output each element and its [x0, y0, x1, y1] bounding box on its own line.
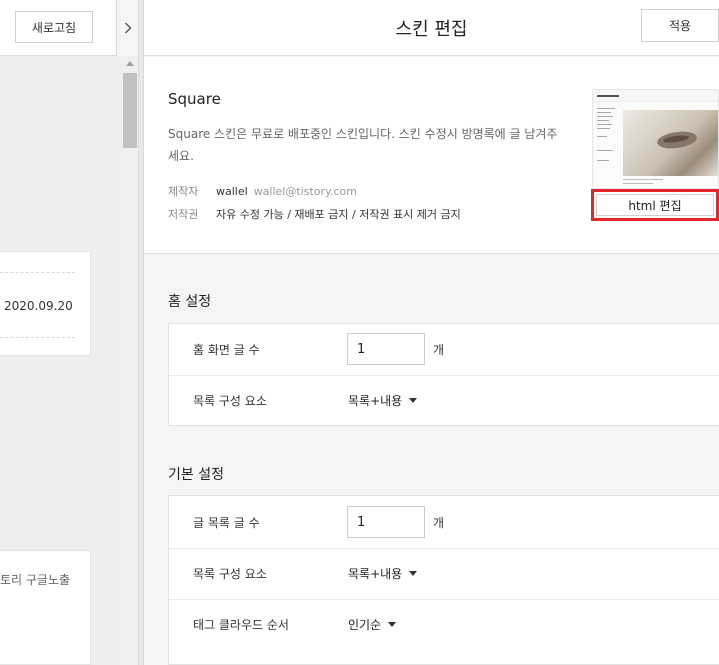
license-row: 저작권 자유 수정 가능 / 재배포 금지 / 저작권 표시 제거 금지	[168, 206, 461, 222]
basic-settings-box: 글 목록 글 수 개 목록 구성 요소 목록+내용 태그 클라우드 순서 인기순	[168, 495, 719, 665]
list-elements-row: 목록 구성 요소 목록+내용	[169, 548, 719, 598]
author-label: 제작자	[168, 185, 199, 198]
home-settings-title: 홈 설정	[168, 294, 212, 310]
post-snippet: 토리 구글노출	[0, 573, 71, 587]
panel-header: 스킨 편집 적용	[144, 0, 719, 56]
post-date: 2020.09.20	[4, 299, 73, 313]
home-post-count-unit: 개	[433, 342, 445, 357]
preview-post-card[interactable]: 2020.09.20	[0, 251, 91, 356]
collapse-panel-button[interactable]	[116, 0, 138, 56]
license-label: 저작권	[168, 208, 199, 221]
home-post-count-row: 홈 화면 글 수 개	[169, 324, 719, 374]
scroll-thumb[interactable]	[123, 73, 137, 148]
home-list-elements-value: 목록+내용	[348, 394, 403, 408]
tag-cloud-value: 인기순	[348, 618, 382, 632]
preview-toolbar: 새로고침	[0, 0, 138, 56]
basic-settings-title: 기본 설정	[168, 467, 224, 483]
skin-edit-panel: 스킨 편집 적용 Square Square 스킨은 무료로 배포중인 스킨입니…	[144, 0, 719, 665]
preview-pane: 새로고침 2020.09.20 토리 구글노출	[0, 0, 138, 665]
scroll-up-arrow-icon[interactable]	[126, 61, 134, 66]
skin-thumbnail	[592, 89, 719, 189]
home-settings-box: 홈 화면 글 수 개 목록 구성 요소 목록+내용	[168, 323, 719, 426]
list-elements-label: 목록 구성 요소	[193, 567, 267, 581]
caret-down-icon	[388, 622, 397, 627]
html-edit-label: html 편집	[596, 194, 714, 216]
refresh-button[interactable]: 새로고침	[15, 11, 93, 43]
list-count-unit: 개	[433, 515, 445, 530]
skin-info-card: Square Square 스킨은 무료로 배포중인 스킨입니다. 스킨 수정시…	[144, 57, 719, 254]
tag-cloud-row: 태그 클라우드 순서 인기순	[169, 599, 719, 649]
page-title: 스킨 편집	[395, 19, 468, 40]
home-list-elements-select[interactable]: 목록+내용	[348, 392, 418, 409]
preview-post-card[interactable]: 토리 구글노출	[0, 550, 91, 665]
chevron-right-icon	[124, 22, 131, 34]
list-count-row: 글 목록 글 수 개	[169, 497, 719, 547]
author-name: wallel	[216, 184, 248, 198]
skin-name: Square	[168, 90, 221, 108]
skin-description: Square 스킨은 무료로 배포중인 스킨입니다. 스킨 수정시 방명록에 글…	[168, 127, 558, 163]
caret-down-icon	[409, 398, 418, 403]
home-post-count-input[interactable]	[347, 333, 425, 365]
home-list-elements-row: 목록 구성 요소 목록+내용	[169, 375, 719, 425]
card-divider	[0, 272, 75, 273]
list-elements-value: 목록+내용	[348, 567, 403, 581]
list-count-input[interactable]	[347, 506, 425, 538]
author-row: 제작자 wallel wallel@tistory.com	[168, 183, 357, 199]
card-divider	[0, 337, 75, 338]
tag-cloud-label: 태그 클라우드 순서	[193, 618, 289, 632]
list-elements-select[interactable]: 목록+내용	[348, 565, 418, 582]
license-text: 자유 수정 가능 / 재배포 금지 / 저작권 표시 제거 금지	[216, 208, 461, 221]
author-email: wallel@tistory.com	[253, 184, 357, 198]
caret-down-icon	[409, 571, 418, 576]
tag-cloud-select[interactable]: 인기순	[348, 616, 397, 633]
preview-scrollbar[interactable]	[122, 57, 138, 665]
home-post-count-label: 홈 화면 글 수	[193, 342, 260, 357]
home-list-elements-label: 목록 구성 요소	[193, 394, 267, 408]
cat-photo-icon	[623, 110, 718, 176]
html-edit-button[interactable]: html 편집	[591, 189, 719, 221]
apply-button[interactable]: 적용	[641, 9, 719, 42]
list-count-label: 글 목록 글 수	[193, 515, 260, 530]
